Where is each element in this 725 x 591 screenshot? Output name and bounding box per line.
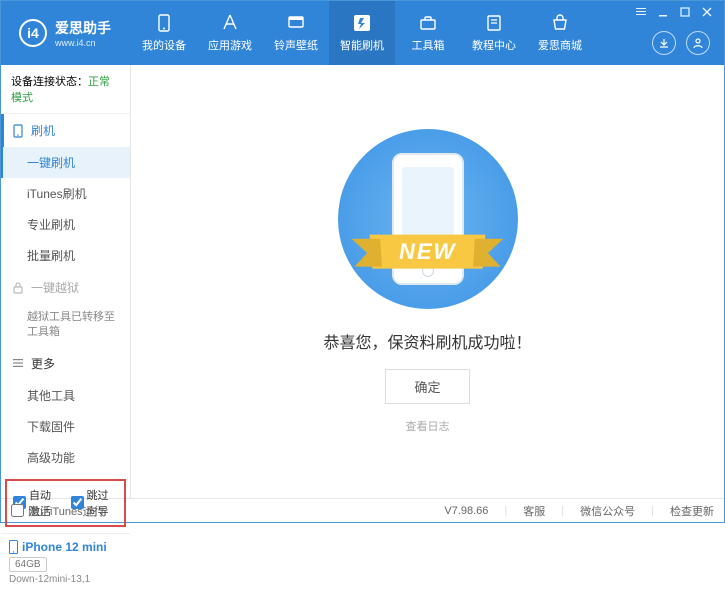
minimize-icon[interactable] [656,5,670,19]
success-message: 恭喜您，保资料刷机成功啦！ [323,329,531,353]
menu-more-0[interactable]: 其他工具 [1,380,130,411]
block-itunes-checkbox[interactable]: 阻止iTunes运行 [11,503,105,519]
sidebar: 设备连接状态：正常模式 刷机 一键刷机iTunes刷机专业刷机批量刷机 一键越狱… [1,65,131,498]
menu-icon[interactable] [634,5,648,19]
confirm-button[interactable]: 确定 [385,369,469,404]
apps-icon [220,13,240,33]
nav-toolbox[interactable]: 工具箱 [395,1,461,65]
menu-flash-3[interactable]: 批量刷机 [1,240,130,271]
toolbox-icon [418,13,438,33]
nav-book[interactable]: 教程中心 [461,1,527,65]
nav-ringtone[interactable]: 铃声壁纸 [263,1,329,65]
section-jailbreak: 一键越狱 [1,271,130,304]
maximize-icon[interactable] [678,5,692,19]
flash-icon [352,13,372,33]
menu-flash-2[interactable]: 专业刷机 [1,209,130,240]
book-icon [484,13,504,33]
service-link[interactable]: 客服 [523,503,545,519]
connected-device[interactable]: iPhone 12 mini 64GB Down-12mini-13,1 [1,533,130,591]
nav-flash[interactable]: 智能刷机 [329,1,395,65]
phone-icon [9,540,18,554]
user-icon[interactable] [686,31,710,55]
app-name: 爱思助手 [55,18,111,38]
firmware-label: Down-12mini-13,1 [9,574,122,585]
jailbreak-note: 越狱工具已转移至工具箱 [1,304,130,347]
new-ribbon: NEW [369,235,485,269]
app-logo: i4 爱思助手 www.i4.cn [1,18,131,48]
lock-icon [11,281,25,295]
section-more[interactable]: 更多 [1,347,130,380]
menu-flash-1[interactable]: iTunes刷机 [1,178,130,209]
wechat-link[interactable]: 微信公众号 [580,503,635,519]
window-controls [634,5,714,19]
device-status: 设备连接状态：正常模式 [1,65,130,114]
phone-icon [154,13,174,33]
section-flash[interactable]: 刷机 [1,114,130,147]
success-illustration: NEW [338,129,518,309]
menu-more-1[interactable]: 下载固件 [1,411,130,442]
phone-icon [11,124,25,138]
menu-flash-0[interactable]: 一键刷机 [1,147,130,178]
view-log-link[interactable]: 查看日志 [406,418,450,434]
shop-icon [550,13,570,33]
nav-apps[interactable]: 应用游戏 [197,1,263,65]
logo-icon: i4 [19,19,47,47]
version-label: V7.98.66 [444,505,488,517]
main-panel: NEW 恭喜您，保资料刷机成功啦！ 确定 查看日志 [131,65,724,498]
download-icon[interactable] [652,31,676,55]
close-icon[interactable] [700,5,714,19]
list-icon [11,356,25,370]
nav-phone[interactable]: 我的设备 [131,1,197,65]
ringtone-icon [286,13,306,33]
update-link[interactable]: 检查更新 [670,503,714,519]
app-url: www.i4.cn [55,38,111,48]
nav-shop[interactable]: 爱思商城 [527,1,593,65]
menu-more-2[interactable]: 高级功能 [1,442,130,473]
storage-badge: 64GB [9,557,47,572]
title-bar: i4 爱思助手 www.i4.cn 我的设备应用游戏铃声壁纸智能刷机工具箱教程中… [1,1,724,65]
